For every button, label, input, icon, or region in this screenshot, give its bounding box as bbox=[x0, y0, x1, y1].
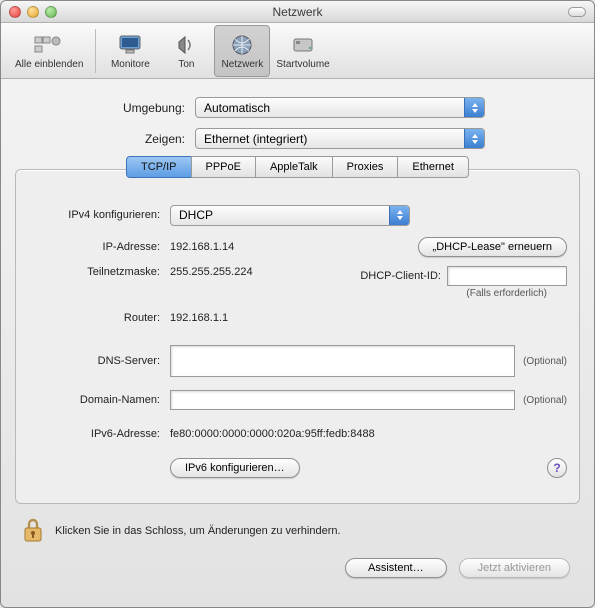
displays-icon bbox=[115, 31, 145, 59]
tab-tcpip[interactable]: TCP/IP bbox=[126, 156, 191, 178]
renew-lease-button[interactable]: „DHCP-Lease" erneuern bbox=[418, 237, 567, 257]
show-select[interactable]: Ethernet (integriert) bbox=[195, 128, 485, 149]
sound-button[interactable]: Ton bbox=[158, 25, 214, 77]
network-button[interactable]: Netzwerk bbox=[214, 25, 270, 77]
show-all-icon bbox=[34, 31, 64, 59]
ipv6-row: IPv6-Adresse: fe80:0000:0000:0000:020a:9… bbox=[28, 421, 567, 447]
tab-appletalk[interactable]: AppleTalk bbox=[255, 156, 333, 178]
assist-button[interactable]: Assistent… bbox=[345, 558, 447, 578]
toolbar-separator bbox=[95, 29, 96, 73]
apply-button: Jetzt aktivieren bbox=[459, 558, 570, 578]
client-id-hint: (Falls erforderlich) bbox=[466, 288, 567, 299]
dns-row: DNS-Server: (Optional) bbox=[28, 345, 567, 377]
window-title: Netzwerk bbox=[1, 5, 594, 19]
subnet-row: Teilnetzmaske: 255.255.255.224 DHCP-Clie… bbox=[28, 266, 567, 299]
ip-label: IP-Adresse: bbox=[28, 241, 170, 253]
titlebar: Netzwerk bbox=[1, 1, 594, 23]
chevron-updown-icon bbox=[464, 98, 484, 117]
router-label: Router: bbox=[28, 312, 170, 324]
domain-input[interactable] bbox=[170, 390, 515, 410]
tab-pppoe[interactable]: PPPoE bbox=[191, 156, 256, 178]
toolbar-toggle-pill[interactable] bbox=[568, 7, 586, 17]
ip-row: IP-Adresse: 192.168.1.14 „DHCP-Lease" er… bbox=[28, 234, 567, 260]
location-select[interactable]: Automatisch bbox=[195, 97, 485, 118]
sound-label: Ton bbox=[178, 59, 194, 70]
footer: Assistent… Jetzt aktivieren bbox=[15, 558, 580, 578]
client-id-input[interactable] bbox=[447, 266, 567, 286]
show-row: Zeigen: Ethernet (integriert) bbox=[15, 128, 580, 149]
window-controls bbox=[1, 6, 57, 18]
show-label: Zeigen: bbox=[15, 132, 195, 146]
dns-label: DNS-Server: bbox=[28, 355, 170, 367]
ipv6-value: fe80:0000:0000:0000:020a:95ff:fedb:8488 bbox=[170, 428, 375, 440]
subnet-label: Teilnetzmaske: bbox=[28, 266, 170, 278]
toolbar: Alle einblenden Monitore Ton bbox=[1, 23, 594, 79]
zoom-button[interactable] bbox=[45, 6, 57, 18]
show-all-button[interactable]: Alle einblenden bbox=[9, 25, 89, 77]
configure-label: IPv4 konfigurieren: bbox=[28, 209, 170, 221]
ipv6-configure-button[interactable]: IPv6 konfigurieren… bbox=[170, 458, 300, 478]
ipv6-label: IPv6-Adresse: bbox=[28, 428, 170, 440]
lock-row: Klicken Sie in das Schloss, um Änderunge… bbox=[15, 518, 580, 544]
lock-icon[interactable] bbox=[21, 518, 45, 544]
location-label: Umgebung: bbox=[15, 101, 195, 115]
chevron-updown-icon bbox=[464, 129, 484, 148]
tabs: TCP/IP PPPoE AppleTalk Proxies Ethernet bbox=[16, 156, 579, 178]
startup-icon bbox=[288, 31, 318, 59]
network-label: Netzwerk bbox=[222, 59, 264, 70]
configure-select[interactable]: DHCP bbox=[170, 205, 410, 226]
help-button[interactable]: ? bbox=[547, 458, 567, 478]
client-id-label: DHCP-Client-ID: bbox=[360, 270, 441, 282]
configure-row: IPv4 konfigurieren: DHCP bbox=[28, 202, 567, 228]
domain-row: Domain-Namen: (Optional) bbox=[28, 387, 567, 413]
content-area: Umgebung: Automatisch Zeigen: Ethernet (… bbox=[1, 79, 594, 607]
startup-button[interactable]: Startvolume bbox=[270, 25, 335, 77]
displays-label: Monitore bbox=[111, 59, 150, 70]
location-value: Automatisch bbox=[204, 101, 270, 115]
location-row: Umgebung: Automatisch bbox=[15, 97, 580, 118]
configure-value: DHCP bbox=[179, 208, 213, 222]
domain-label: Domain-Namen: bbox=[28, 394, 170, 406]
startup-label: Startvolume bbox=[276, 59, 329, 70]
domain-hint: (Optional) bbox=[523, 395, 567, 406]
close-button[interactable] bbox=[9, 6, 21, 18]
router-value: 192.168.1.1 bbox=[170, 312, 228, 324]
tab-proxies[interactable]: Proxies bbox=[332, 156, 399, 178]
displays-button[interactable]: Monitore bbox=[102, 25, 158, 77]
dns-hint: (Optional) bbox=[523, 356, 567, 367]
network-icon bbox=[227, 31, 257, 59]
router-row: Router: 192.168.1.1 bbox=[28, 305, 567, 331]
tcpip-form: IPv4 konfigurieren: DHCP IP-Adresse: 192… bbox=[28, 202, 567, 481]
show-value: Ethernet (integriert) bbox=[204, 132, 307, 146]
ip-value: 192.168.1.14 bbox=[170, 241, 418, 253]
prefs-window: Netzwerk Alle einblenden bbox=[0, 0, 595, 608]
show-all-label: Alle einblenden bbox=[15, 59, 83, 70]
tab-panel: TCP/IP PPPoE AppleTalk Proxies Ethernet … bbox=[15, 169, 580, 504]
lock-text: Klicken Sie in das Schloss, um Änderunge… bbox=[55, 525, 341, 537]
ipv6-button-row: IPv6 konfigurieren… ? bbox=[28, 455, 567, 481]
chevron-updown-icon bbox=[389, 206, 409, 225]
tab-ethernet[interactable]: Ethernet bbox=[397, 156, 469, 178]
minimize-button[interactable] bbox=[27, 6, 39, 18]
subnet-value: 255.255.255.224 bbox=[170, 266, 290, 278]
dns-input[interactable] bbox=[170, 345, 515, 377]
sound-icon bbox=[171, 31, 201, 59]
